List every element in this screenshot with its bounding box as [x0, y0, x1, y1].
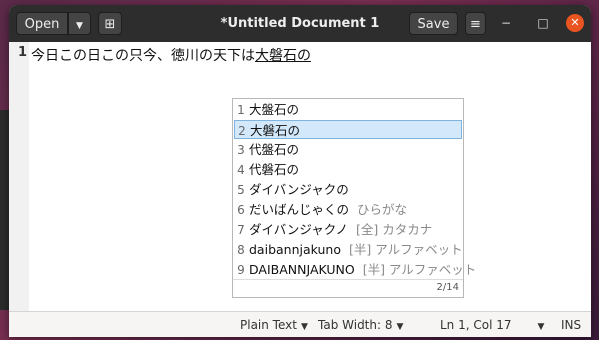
candidate-text: 大盤石の — [249, 102, 300, 117]
new-tab-icon: ⊞ — [104, 17, 116, 32]
candidate-divider — [233, 279, 463, 280]
candidate-item[interactable]: 7 ダイバンジャクノ [全] カタカナ — [234, 220, 462, 239]
minimize-button[interactable]: − — [497, 14, 515, 32]
candidate-text: ダイバンジャクの — [249, 182, 349, 197]
candidate-item[interactable]: 9 DAIBANNJAKUNO [半] アルファベット — [234, 260, 476, 279]
close-button[interactable]: ✕ — [566, 14, 584, 32]
candidate-annotation: [全] カタカナ — [356, 222, 433, 237]
candidate-item[interactable]: 1 大盤石の — [234, 100, 462, 119]
candidate-number: 9 — [237, 263, 245, 277]
language-label: Plain Text — [240, 318, 297, 332]
ime-candidate-window: 2/14 1 大盤石の 2 大磐石の 3 代盤石の 4 代磐石の 5 ダイバンジャクの 6 だいばんじ… — [232, 98, 476, 298]
gedit-window: Open ▼ ⊞ *Untitled Document 1 Save ≡ − □… — [9, 5, 591, 337]
maximize-button[interactable]: □ — [534, 14, 552, 32]
hamburger-menu-button[interactable]: ≡ — [465, 12, 486, 35]
candidate-item[interactable]: 3 代盤石の — [234, 140, 462, 159]
candidate-item[interactable]: 2 大磐石の — [234, 120, 462, 139]
candidate-text: だいばんじゃくの — [249, 202, 350, 217]
open-dropdown-button[interactable]: ▼ — [68, 12, 91, 35]
chevron-down-icon: ▼ — [300, 322, 308, 332]
candidate-text: 代盤石の — [249, 142, 300, 157]
text-editor-area[interactable]: 1 今日この日この只今、徳川の天下は大磐石の 2/14 1 大盤石の 2 大磐石の 3 代… — [9, 42, 591, 311]
new-tab-button[interactable]: ⊞ — [98, 12, 122, 35]
candidate-page-indicator: 2/14 — [436, 282, 459, 293]
close-icon: ✕ — [570, 16, 580, 29]
candidate-annotation: [半] アルファベット — [362, 262, 477, 277]
candidate-text: daibannjakuno — [249, 242, 341, 257]
tab-width-label: Tab Width: 8 — [318, 318, 393, 332]
candidate-number: 2 — [238, 124, 246, 138]
candidate-item[interactable]: 5 ダイバンジャクの — [234, 180, 462, 199]
maximize-icon: □ — [537, 16, 549, 30]
insert-mode-indicator[interactable]: INS — [561, 312, 581, 337]
candidate-number: 6 — [237, 203, 245, 217]
candidate-number: 5 — [237, 183, 245, 197]
open-button[interactable]: Open — [16, 12, 68, 35]
minimize-icon: − — [500, 16, 512, 30]
line-number: 1 — [17, 45, 27, 60]
header-bar: Open ▼ ⊞ *Untitled Document 1 Save ≡ − □… — [9, 5, 591, 42]
preedit-text: 大磐石の — [255, 48, 311, 64]
candidate-annotation: [半] アルファベット — [349, 242, 463, 257]
candidate-number: 1 — [237, 103, 245, 117]
candidate-text: 代磐石の — [249, 162, 300, 177]
text-line[interactable]: 今日この日この只今、徳川の天下は大磐石の — [31, 45, 311, 65]
committed-text: 今日この日この只今、徳川の天下は — [31, 48, 255, 64]
candidate-text: ダイバンジャクノ — [249, 222, 349, 237]
status-bar: Plain Text ▼ Tab Width: 8 ▼ Ln 1, Col 17 ▼ … — [9, 311, 591, 337]
candidate-text: DAIBANNJAKUNO — [249, 262, 355, 277]
candidate-item[interactable]: 4 代磐石の — [234, 160, 462, 179]
cursor-position-label: Ln 1, Col 17 — [440, 318, 512, 332]
cursor-position[interactable]: Ln 1, Col 17 ▼ — [440, 312, 544, 337]
candidate-number: 7 — [237, 223, 245, 237]
language-selector[interactable]: Plain Text ▼ — [240, 312, 308, 337]
candidate-number: 4 — [237, 163, 245, 177]
candidate-number: 8 — [237, 243, 245, 257]
chevron-down-icon: ▼ — [396, 322, 404, 332]
candidate-item[interactable]: 8 daibannjakuno [半] アルファベット — [234, 240, 462, 259]
line-number-gutter: 1 — [9, 42, 29, 311]
candidate-annotation: ひらがな — [357, 202, 408, 217]
menu-icon: ≡ — [470, 17, 481, 32]
tab-width-selector[interactable]: Tab Width: 8 ▼ — [318, 312, 403, 337]
chevron-down-icon: ▼ — [76, 21, 83, 31]
candidate-text: 大磐石の — [250, 123, 301, 138]
chevron-down-icon: ▼ — [537, 322, 545, 332]
candidate-item[interactable]: 6 だいばんじゃくの ひらがな — [234, 200, 462, 219]
save-button[interactable]: Save — [409, 12, 458, 35]
candidate-number: 3 — [237, 143, 245, 157]
